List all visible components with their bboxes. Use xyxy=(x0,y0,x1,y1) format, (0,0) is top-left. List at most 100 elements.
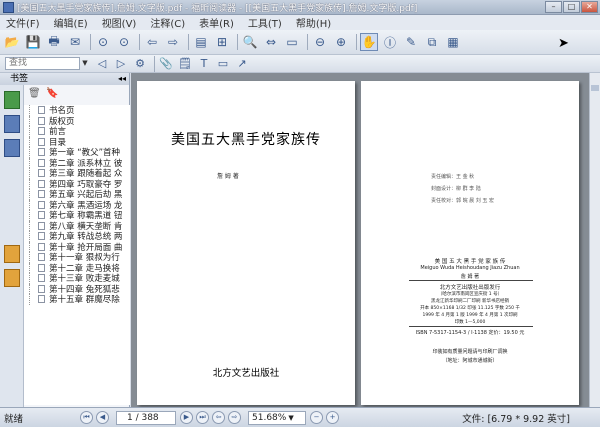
bookmark-page-icon xyxy=(38,190,45,199)
fit-width-icon[interactable]: ⇔ xyxy=(262,33,280,51)
copyright-author: 詹 姆 著 xyxy=(460,274,480,280)
menu-tools[interactable]: 工具(T) xyxy=(246,15,284,30)
print-icon[interactable]: 🖶 xyxy=(45,33,63,51)
find-prev-icon[interactable]: ◁ xyxy=(94,56,110,72)
vertical-scrollbar[interactable] xyxy=(589,73,600,407)
zoom-magnifier-icon[interactable]: 🔍 xyxy=(241,33,259,51)
pages-tab-icon[interactable] xyxy=(4,115,20,133)
scroll-thumb[interactable] xyxy=(591,85,599,91)
single-page-icon[interactable]: ▤ xyxy=(192,33,210,51)
bookmarks-tab-icon[interactable] xyxy=(4,91,20,109)
fit-page-icon[interactable]: ⊞ xyxy=(213,33,231,51)
bookmark-label: 第十五章 群魔尽除 xyxy=(49,295,120,306)
back-arrow-icon[interactable]: ⇦ xyxy=(143,33,161,51)
toolbar-separator xyxy=(356,34,357,50)
snapshot-icon[interactable]: ⧉ xyxy=(423,33,441,51)
secondary-toolbar: 查找 ▼ ◁ ▷ ⚙ 📎 🗒 T ▭ ↗ xyxy=(0,55,600,73)
typewriter-icon[interactable]: ▦ xyxy=(444,33,462,51)
copyright-address: （哈尔滨市南岗区宣庆街 1 号） xyxy=(437,292,503,297)
menu-view[interactable]: 视图(V) xyxy=(100,15,139,30)
bookmark-list: 书名页 版权页 前言 目录 第一章 “教父”首种 第二章 派系林立 彼第三章 跟随着起 众… xyxy=(24,105,130,405)
page-size-info: 文件: [6.79 * 9.92 英寸] xyxy=(462,413,570,425)
bookmark-page-icon xyxy=(38,200,45,209)
next-page-button[interactable]: ▶ xyxy=(180,411,193,424)
bookmark-page-icon xyxy=(38,106,45,115)
menu-form[interactable]: 表单(R) xyxy=(197,15,236,30)
note-icon[interactable]: 🗒 xyxy=(177,56,193,72)
status-bar: 就绪 ⏮ ◀ 1 / 388 ▶ ⏭ ⇦ ⇨ 51.68% ▼ − + 文件: [… xyxy=(0,407,600,427)
book-title: 美国五大黑手党家族传 xyxy=(171,132,321,148)
title-bar: [美国五大黑手党家族传].詹姆.文字版.pdf - 福昕阅读器 - [[美国五大… xyxy=(0,0,600,15)
bookmark-page-icon xyxy=(38,158,45,167)
zoom-in-icon[interactable]: ⊕ xyxy=(332,33,350,51)
proof-credit: 责任校对：郭 皖 晨 刘 玉 宏 xyxy=(431,198,494,204)
find-options-icon[interactable]: ⚙ xyxy=(132,56,148,72)
close-button[interactable]: ✕ xyxy=(581,1,598,13)
pdf-page-2: 责任编辑：王 金 秋 封面设计：柳 群 李 陆 责任校对：郭 皖 晨 刘 玉 宏… xyxy=(361,81,579,405)
page-number-field[interactable]: 1 / 388 xyxy=(116,410,176,425)
copyright-edition: 1999 年 4 月第 1 版 1999 年 4 月第 1 次印刷 xyxy=(422,313,518,318)
email-icon[interactable]: ✉ xyxy=(66,33,84,51)
callout-icon[interactable]: ▭ xyxy=(215,56,231,72)
panel-header: 书签 ◂◂ xyxy=(0,73,129,85)
layers-tab-icon[interactable] xyxy=(4,139,20,157)
zoom-out-button[interactable]: − xyxy=(310,411,323,424)
collapse-panel-icon[interactable]: ◂◂ xyxy=(118,73,126,85)
book-publisher: 北方文艺出版社 xyxy=(212,368,280,379)
forward-arrow-icon[interactable]: ⇨ xyxy=(164,33,182,51)
bookmark-page-icon xyxy=(38,169,45,178)
go-back-button[interactable]: ⇦ xyxy=(212,411,225,424)
open-folder-icon[interactable]: 📂 xyxy=(3,33,21,51)
comments-tab-icon[interactable] xyxy=(4,245,20,263)
find-next-icon[interactable]: ▷ xyxy=(113,56,129,72)
toolbar-separator xyxy=(90,34,91,50)
bookmark-item[interactable]: 前言 xyxy=(24,126,130,137)
divider xyxy=(409,326,533,327)
zoom-out-icon[interactable]: ⊖ xyxy=(311,33,329,51)
prev-page-button[interactable]: ◀ xyxy=(96,411,109,424)
zoom-in-button[interactable]: + xyxy=(326,411,339,424)
status-text: 就绪 xyxy=(4,413,24,425)
select-text-icon[interactable]: Ⓘ xyxy=(381,33,399,51)
annotate-icon[interactable]: ✎ xyxy=(402,33,420,51)
last-page-button[interactable]: ⏭ xyxy=(196,411,209,424)
document-view[interactable]: 美国五大黑手党家族传 詹 姆 著 北方文艺出版社 责任编辑：王 金 秋 封面设计… xyxy=(131,73,600,407)
quality-notice-address: （地址：阿城市通城街） xyxy=(442,358,498,364)
menu-edit[interactable]: 编辑(E) xyxy=(52,15,90,30)
bookmark-page-icon xyxy=(38,221,45,230)
zoom-field[interactable]: 51.68% ▼ xyxy=(248,410,306,425)
last-page-icon[interactable]: ⊙ xyxy=(115,33,133,51)
arrow-tool-icon[interactable]: ↗ xyxy=(234,56,250,72)
text-box-icon[interactable]: T xyxy=(196,56,212,72)
search-dropdown-icon[interactable]: ▼ xyxy=(80,57,90,70)
bookmark-item[interactable]: 第十五章 群魔尽除 xyxy=(24,294,130,305)
menu-comment[interactable]: 注释(C) xyxy=(148,15,187,30)
go-forward-button[interactable]: ⇨ xyxy=(228,411,241,424)
menu-file[interactable]: 文件(F) xyxy=(4,15,42,30)
hand-tool-icon[interactable]: ✋ xyxy=(360,33,378,51)
bookmark-page-icon xyxy=(38,284,45,293)
delete-bookmark-icon[interactable]: 🗑 xyxy=(28,88,41,100)
zoom-dropdown-icon[interactable]: ▼ xyxy=(288,414,293,422)
bookmark-panel: 书签 ◂◂ 🗑 🔖 书名页 版权页 前言 目录 第一章 “教父”首种 第二章 派系林立 彼… xyxy=(0,73,130,407)
add-bookmark-icon[interactable]: 🔖 xyxy=(46,88,58,100)
copyright-title: 美 国 五 大 黑 手 党 家 族 传 xyxy=(434,259,506,265)
actual-size-icon[interactable]: ▭ xyxy=(283,33,301,51)
bookmark-item[interactable]: 版权页 xyxy=(24,115,130,127)
attachments-tab-icon[interactable] xyxy=(4,269,20,287)
minimize-button[interactable]: – xyxy=(545,1,562,13)
attach-icon[interactable]: 📎 xyxy=(158,56,174,72)
search-input[interactable]: 查找 xyxy=(5,57,80,70)
pdf-page-1: 美国五大黑手党家族传 詹 姆 著 北方文艺出版社 xyxy=(137,81,355,405)
maximize-button[interactable]: □ xyxy=(563,1,580,13)
first-page-button[interactable]: ⏮ xyxy=(80,411,93,424)
quality-notice: 印装如有质量问题请与印刷厂调换 xyxy=(432,349,508,355)
menu-help[interactable]: 帮助(H) xyxy=(294,15,333,30)
bookmark-page-icon xyxy=(38,253,45,262)
copyright-publisher: 北方文艺出版社出版发行 xyxy=(439,285,501,291)
copyright-printer: 黑龙江新华印刷二厂印刷 新华书店经销 xyxy=(431,299,509,304)
first-page-icon[interactable]: ⊙ xyxy=(94,33,112,51)
bookmark-item[interactable]: 书名页 xyxy=(24,105,130,116)
bookmark-page-icon xyxy=(38,263,45,272)
save-icon[interactable]: 💾 xyxy=(24,33,42,51)
